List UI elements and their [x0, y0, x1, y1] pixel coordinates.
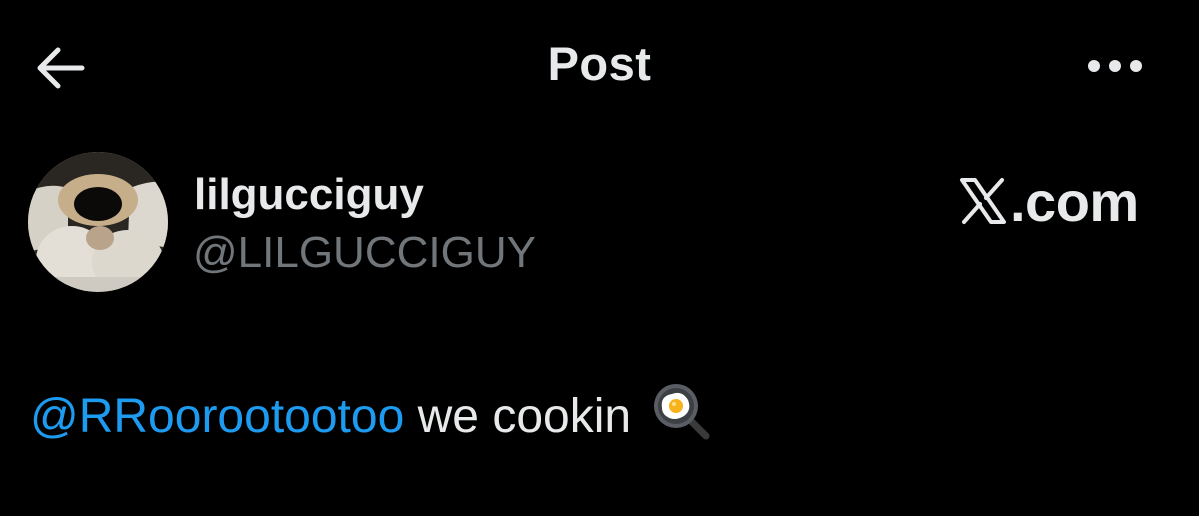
top-bar: Post [0, 0, 1199, 134]
post-body: @RRoorootootoo we cookin [30, 378, 712, 444]
author-display-name[interactable]: lilgucciguy [194, 170, 424, 220]
author-handle[interactable]: @LILGUCCIGUY [193, 228, 536, 278]
page-title: Post [547, 37, 652, 90]
more-options-button[interactable] [1084, 48, 1148, 84]
post-text: we cookin [404, 390, 632, 443]
x-com-watermark: .com [958, 164, 1158, 238]
watermark-text: .com [1010, 169, 1139, 233]
avatar[interactable] [28, 152, 168, 292]
avatar-image [28, 152, 168, 292]
mention-link[interactable]: @RRoorootootoo [30, 390, 404, 443]
more-horizontal-icon [1088, 60, 1142, 72]
x-logo-icon [960, 178, 1006, 224]
cooking-egg-pan-icon [654, 384, 710, 440]
